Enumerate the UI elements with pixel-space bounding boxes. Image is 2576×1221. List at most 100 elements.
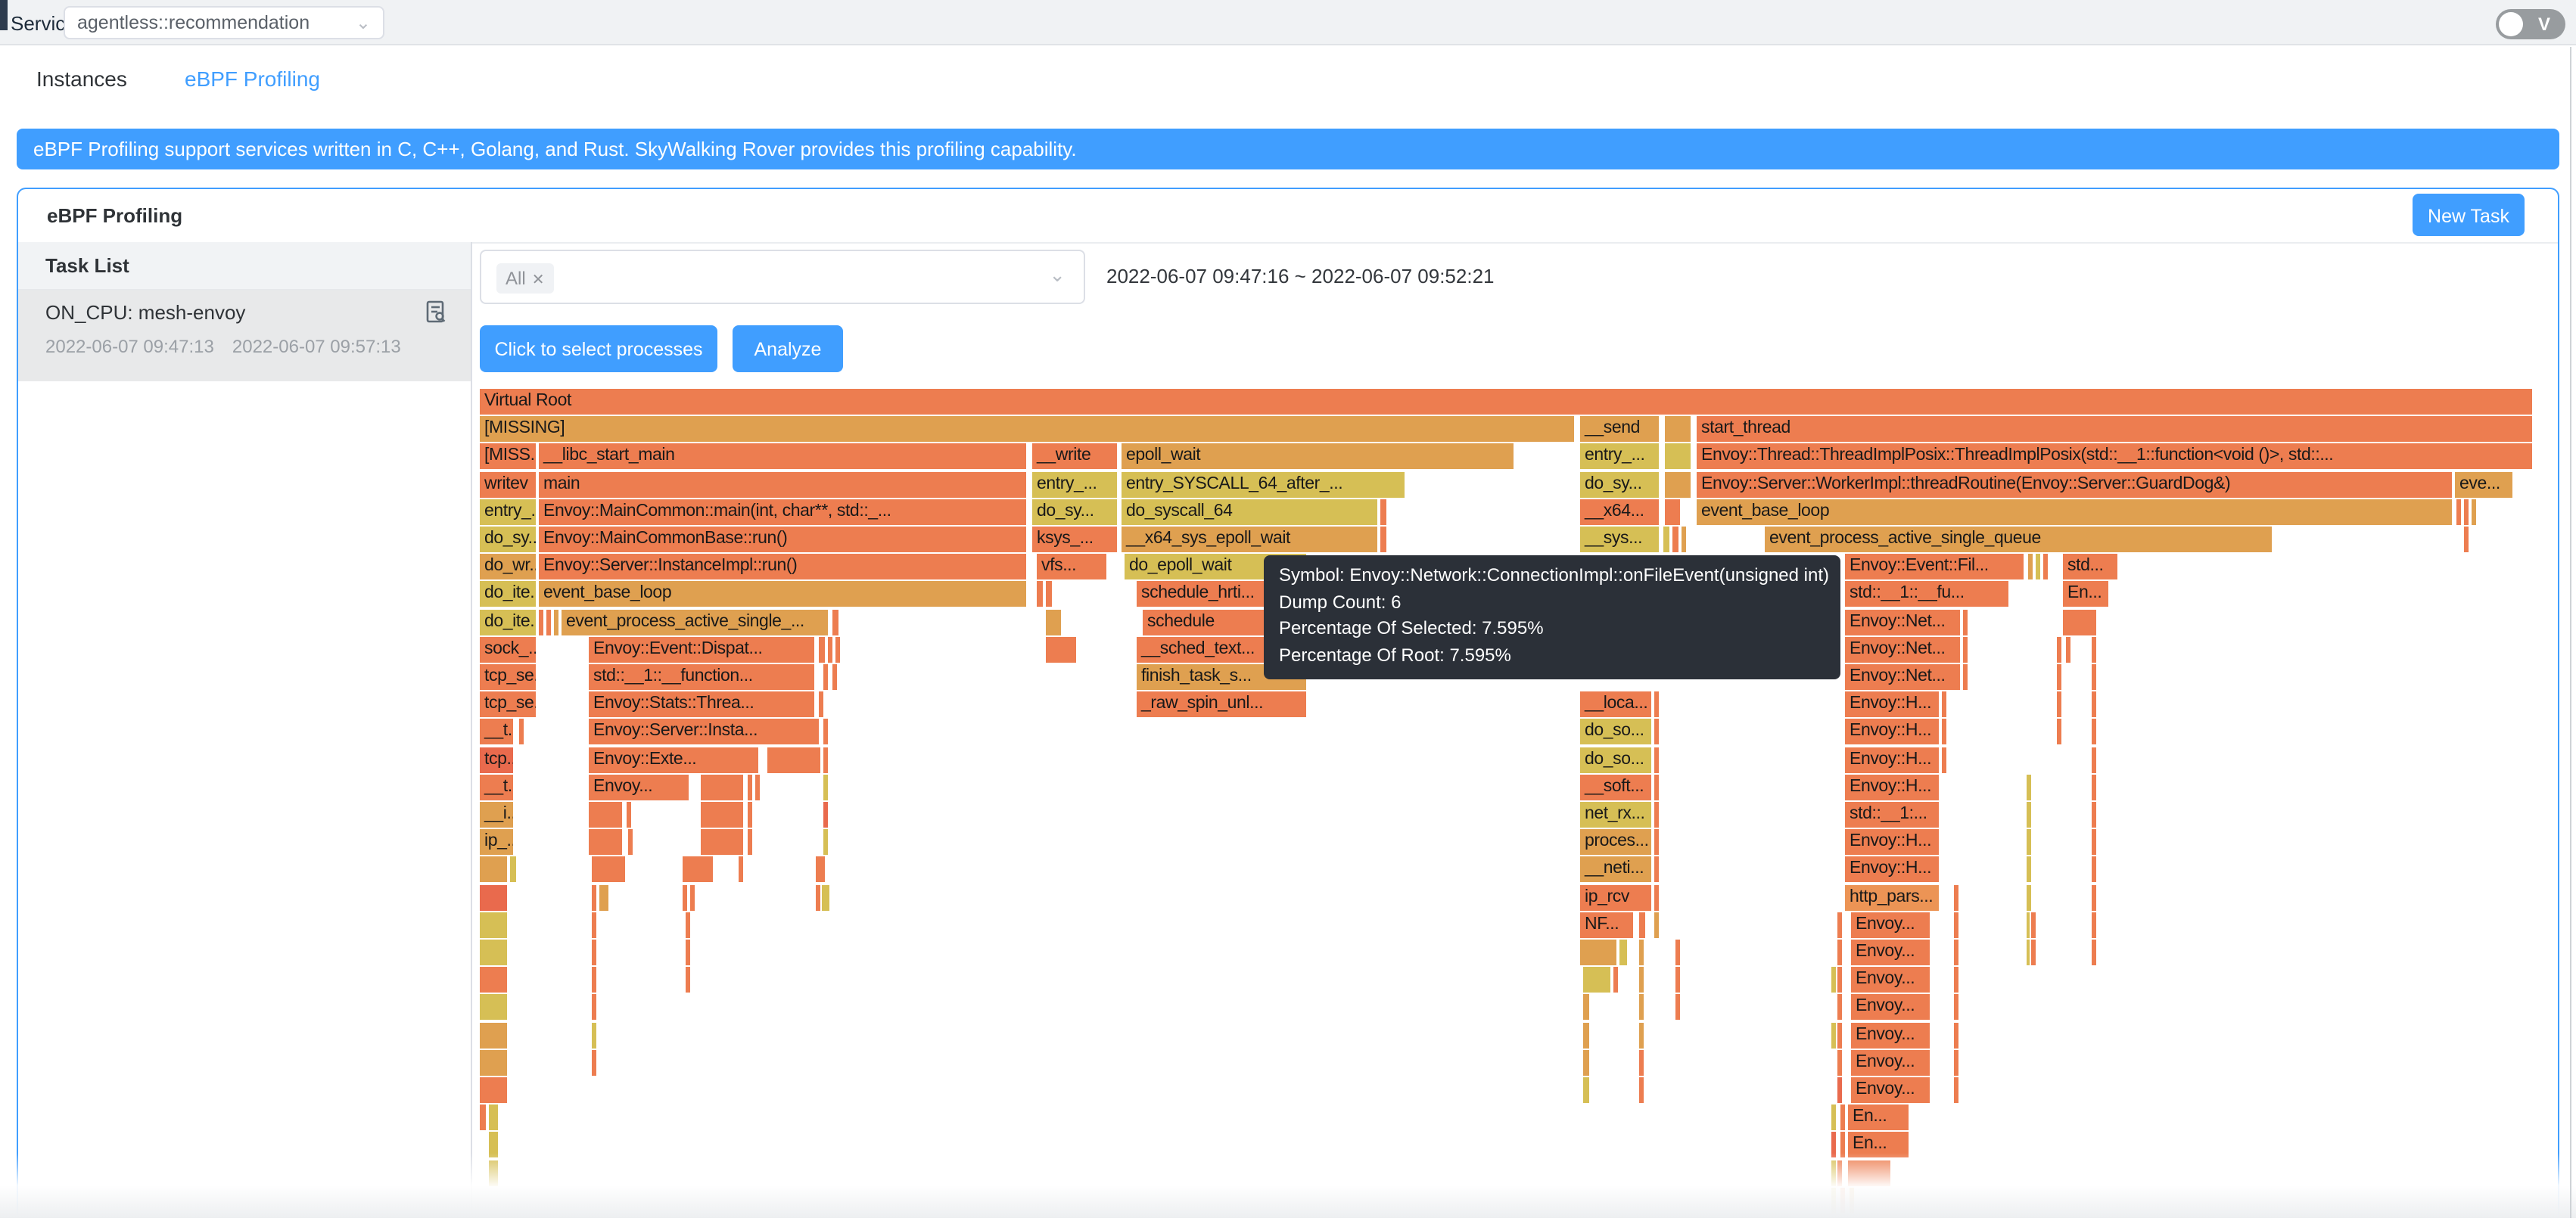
flame-block[interactable] [2456,499,2461,525]
flame-block[interactable] [1954,1022,1958,1049]
flame-block[interactable] [1954,1077,1958,1103]
flame-block[interactable]: event_base_loop [1697,499,2452,525]
flame-block[interactable]: Envoy::Server::Insta... [589,719,819,745]
flame-block[interactable] [2092,940,2096,965]
flame-block[interactable] [2092,691,2096,718]
flame-block[interactable]: __x64... [1580,499,1659,525]
flame-block[interactable] [1954,940,1958,965]
flame-block[interactable] [1963,664,1968,690]
flame-block[interactable]: std::__1::__function... [589,664,814,690]
flame-block[interactable] [1619,940,1627,965]
flame-graph[interactable]: Virtual Root [MISSING] __send start_thread [… [480,389,2553,1221]
flame-block[interactable] [592,940,596,965]
flame-block[interactable] [2066,636,2070,663]
flame-block[interactable]: Envoy::MainCommonBase::run() [539,527,1026,552]
process-filter-chip[interactable]: All ✕ [496,263,554,294]
flame-block[interactable] [1665,443,1691,470]
flame-block[interactable]: event_base_loop [539,581,1026,607]
version-toggle[interactable]: V [2496,9,2565,39]
flame-block[interactable] [816,884,820,911]
flame-block[interactable]: __sys... [1580,527,1659,552]
flame-block[interactable] [683,884,687,911]
flame-block[interactable]: __t... [480,719,513,745]
flame-block[interactable]: Envoy::H... [1845,774,1939,800]
flame-block[interactable] [1675,967,1680,993]
flame-block[interactable] [701,829,743,856]
flame-block[interactable]: entry_... [1032,471,1117,498]
flame-block[interactable] [592,912,596,938]
flame-block[interactable]: eve... [2455,471,2512,498]
flame-block[interactable] [819,691,823,718]
flame-block[interactable] [1654,802,1659,828]
flame-block[interactable] [2092,774,2096,800]
flame-block[interactable] [1675,940,1680,965]
flame-block[interactable]: tcp_se... [480,691,536,718]
flame-block[interactable] [599,884,608,911]
flame-block[interactable] [816,856,825,883]
flame-block[interactable]: entry_... [1580,443,1659,470]
flame-block[interactable] [1639,940,1644,965]
flame-block[interactable] [739,856,743,883]
flame-block[interactable] [2092,719,2096,745]
flame-block[interactable] [1583,1077,1589,1103]
flame-block[interactable] [1665,471,1691,498]
flame-block[interactable] [2092,636,2096,663]
flame-block[interactable] [1654,884,1659,911]
flame-block[interactable]: [MISSING] [480,416,1574,443]
flame-block[interactable] [1380,527,1386,552]
analyze-button[interactable]: Analyze [733,325,843,372]
flame-block[interactable] [1046,636,1076,663]
flame-block[interactable] [592,967,596,993]
flame-block[interactable] [686,912,690,938]
flame-block[interactable] [1665,416,1691,443]
flame-block[interactable] [1654,719,1659,745]
flame-block[interactable] [1672,527,1678,552]
flame-block[interactable] [1639,912,1645,938]
flame-block[interactable]: Envoy... [1851,912,1930,938]
flame-block[interactable]: Envoy::Exte... [589,747,758,773]
flame-block[interactable] [832,664,837,690]
flame-block[interactable] [2043,554,2048,580]
flame-block[interactable]: sock_... [480,636,536,663]
flame-block[interactable]: tcp_se... [480,664,536,690]
flame-block[interactable] [480,1049,507,1076]
flame-block[interactable] [2057,691,2061,718]
flame-block[interactable]: __i... [480,802,513,828]
flame-block[interactable]: Envoy... [1851,994,1930,1021]
flame-block[interactable] [1942,719,1946,745]
task-list-item[interactable]: ON_CPU: mesh-envoy 2022-06-07 09:47:13 20… [18,290,471,381]
flame-block[interactable] [480,1022,507,1049]
flame-block[interactable] [480,912,507,938]
flame-block[interactable] [480,994,507,1021]
flame-block[interactable]: entry_SYSCALL_64_after_... [1122,471,1405,498]
flame-block[interactable] [592,884,596,911]
flame-block[interactable]: event_process_active_single_queue [1765,527,2272,552]
flame-block[interactable]: Envoy::Stats::Threa... [589,691,814,718]
flame-block[interactable] [2031,940,2036,965]
flame-block[interactable] [701,802,743,828]
flame-block[interactable] [748,829,752,856]
flame-block[interactable] [823,774,828,800]
flame-block[interactable]: Envoy::MainCommon::main(int, char**, std… [539,499,1026,525]
flame-block[interactable]: Envoy::Net... [1845,636,1960,663]
flame-block[interactable] [823,829,828,856]
scrollbar-track[interactable] [2570,47,2571,1218]
flame-block[interactable] [1831,967,1836,993]
flame-block[interactable]: Envoy... [1851,1077,1930,1103]
flame-block[interactable] [489,1104,498,1131]
flame-block[interactable] [2028,554,2033,580]
flame-block[interactable] [1954,1049,1958,1076]
flame-block[interactable] [1837,1077,1842,1103]
flame-block[interactable] [1837,940,1842,965]
flame-block[interactable] [823,719,828,745]
flame-block[interactable] [2092,802,2096,828]
flame-block[interactable] [2027,774,2031,800]
flame-block[interactable] [2027,802,2031,828]
flame-block[interactable]: __write [1032,443,1117,470]
flame-block[interactable]: proces... [1580,829,1651,856]
flame-block[interactable] [1682,527,1686,552]
flame-block[interactable] [480,940,507,965]
flame-block[interactable] [1639,1022,1644,1049]
flame-block[interactable] [2464,499,2469,525]
flame-block[interactable] [1583,967,1610,993]
